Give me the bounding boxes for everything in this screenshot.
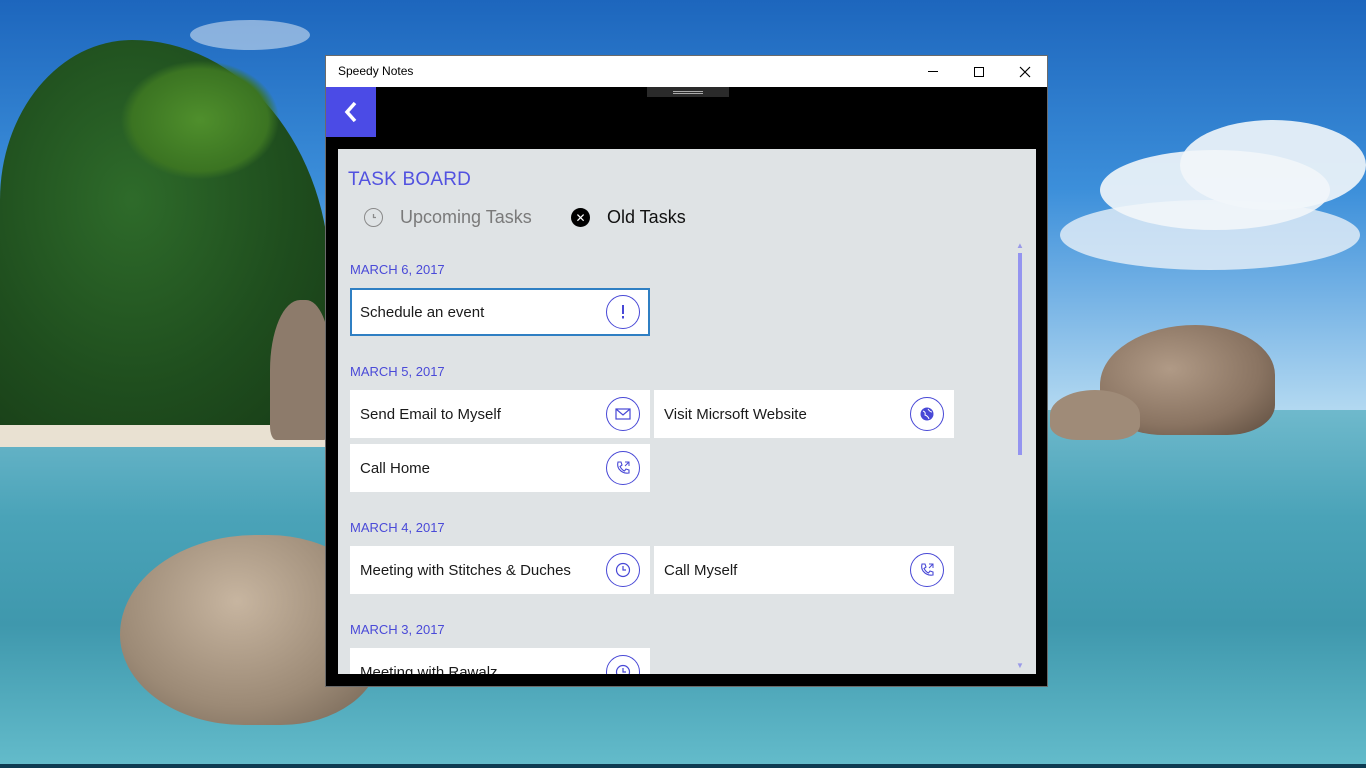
task-card[interactable]: Call Home — [350, 444, 650, 492]
window-title: Speedy Notes — [338, 64, 414, 78]
chevron-left-icon — [344, 101, 357, 123]
maximize-icon — [974, 66, 984, 77]
desktop-palm — [120, 60, 280, 180]
vertical-scrollbar[interactable]: ▲ ▼ — [1015, 241, 1027, 674]
close-button[interactable] — [1002, 56, 1048, 87]
close-icon — [1019, 66, 1031, 77]
maximize-button[interactable] — [956, 56, 1002, 87]
phone-icon[interactable] — [606, 451, 640, 485]
drag-handle[interactable] — [647, 87, 729, 97]
app-window: Speedy Notes TASK BOARD Upcoming Tasks ✕… — [325, 55, 1048, 687]
date-header: MARCH 3, 2017 — [350, 622, 445, 637]
date-header: MARCH 6, 2017 — [350, 262, 445, 277]
task-card[interactable]: Visit Micrsoft Website — [654, 390, 954, 438]
app-bar — [326, 87, 1047, 149]
task-label: Send Email to Myself — [360, 405, 501, 423]
taskbar-edge — [0, 764, 1366, 768]
page-title: TASK BOARD — [348, 169, 472, 190]
minimize-button[interactable] — [910, 56, 956, 87]
title-bar[interactable]: Speedy Notes — [326, 56, 1047, 87]
exclamation-icon[interactable] — [606, 295, 640, 329]
tab-label: Old Tasks — [607, 207, 686, 227]
cloud — [190, 20, 310, 50]
tab-old-tasks[interactable]: ✕ Old Tasks — [571, 207, 686, 228]
task-label: Schedule an event — [360, 303, 485, 321]
globe-icon[interactable] — [910, 397, 944, 431]
mail-icon[interactable] — [606, 397, 640, 431]
scroll-down-icon[interactable]: ▼ — [1015, 661, 1025, 670]
task-card[interactable]: Schedule an event — [350, 288, 650, 336]
task-board-panel: TASK BOARD Upcoming Tasks ✕ Old Tasks MA… — [338, 149, 1036, 674]
date-header: MARCH 4, 2017 — [350, 520, 445, 535]
close-circle-icon: ✕ — [571, 208, 590, 227]
task-card[interactable]: Meeting with Rawalz — [350, 648, 650, 674]
clock-icon — [364, 208, 383, 227]
grip-lines-icon — [673, 90, 703, 94]
task-card[interactable]: Meeting with Stitches & Duches — [350, 546, 650, 594]
task-card[interactable]: Send Email to Myself — [350, 390, 650, 438]
task-label: Call Myself — [664, 561, 738, 579]
clock-icon[interactable] — [606, 655, 640, 674]
desktop-rock — [1050, 390, 1140, 440]
tab-label: Upcoming Tasks — [400, 207, 532, 227]
cloud — [1180, 120, 1366, 210]
phone-icon[interactable] — [910, 553, 944, 587]
task-label: Meeting with Stitches & Duches — [360, 561, 571, 579]
date-header: MARCH 5, 2017 — [350, 364, 445, 379]
cloud — [1060, 200, 1360, 270]
task-label: Call Home — [360, 459, 431, 477]
scroll-up-icon[interactable]: ▲ — [1015, 241, 1025, 250]
scroll-thumb[interactable] — [1018, 253, 1022, 455]
desktop-rock — [270, 300, 330, 440]
task-label: Visit Micrsoft Website — [664, 405, 807, 423]
minimize-icon — [928, 71, 938, 72]
back-button[interactable] — [326, 87, 376, 137]
task-label: Meeting with Rawalz — [360, 663, 498, 675]
tab-upcoming-tasks[interactable]: Upcoming Tasks — [364, 207, 532, 228]
clock-icon[interactable] — [606, 553, 640, 587]
task-card[interactable]: Call Myself — [654, 546, 954, 594]
